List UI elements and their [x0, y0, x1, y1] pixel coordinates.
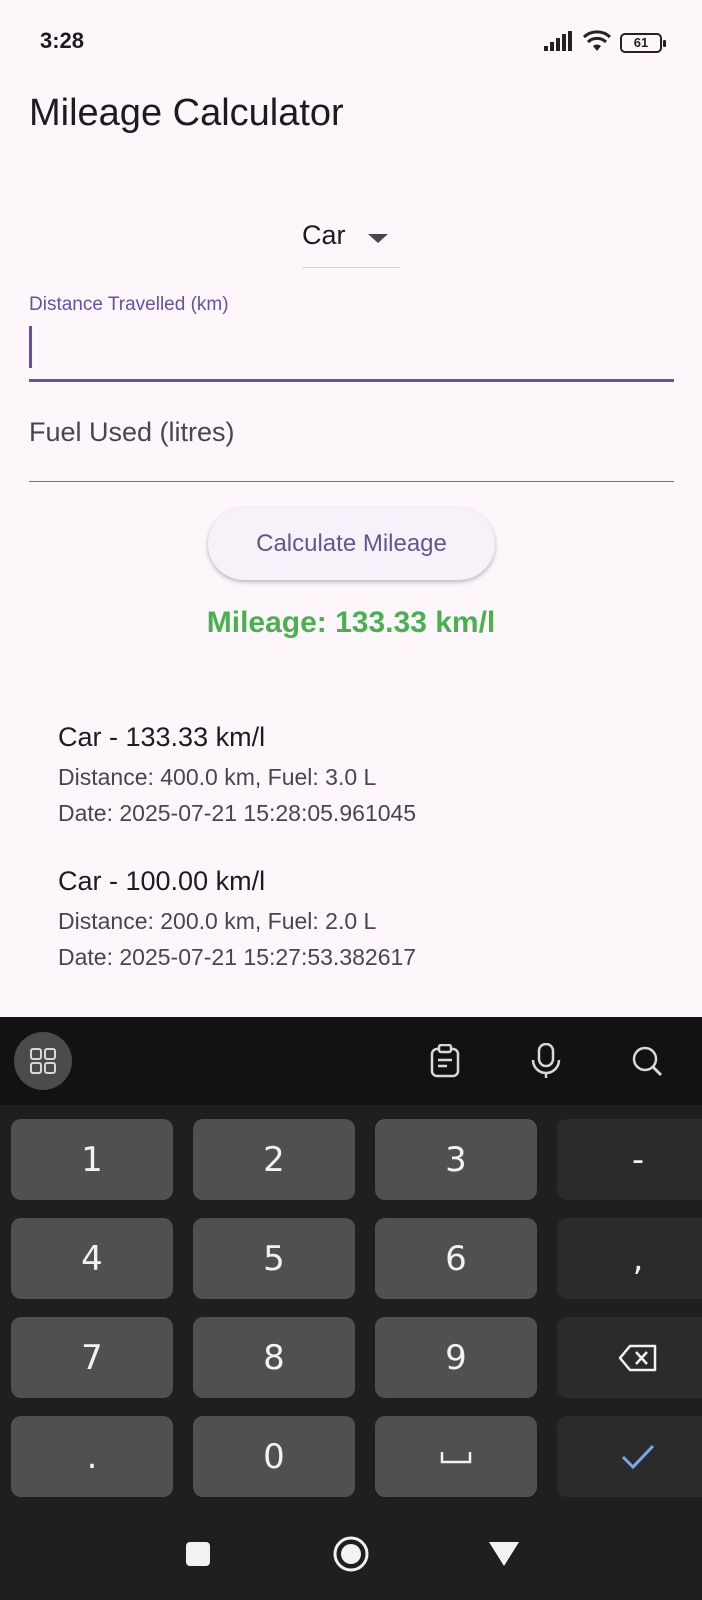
list-item[interactable]: Car - 100.00 km/l Distance: 200.0 km, Fu… — [58, 866, 416, 975]
key-2[interactable]: 2 — [193, 1119, 355, 1200]
signal-icon — [544, 30, 574, 56]
vehicle-dropdown-value: Car — [302, 220, 346, 250]
key-minus[interactable]: - — [557, 1119, 702, 1200]
distance-field-label: Distance Travelled (km) — [29, 294, 229, 315]
vehicle-dropdown[interactable]: Car — [302, 212, 400, 268]
key-3[interactable]: 3 — [375, 1119, 537, 1200]
space-key[interactable] — [375, 1416, 537, 1497]
wifi-icon — [582, 29, 612, 57]
distance-field[interactable] — [29, 318, 674, 382]
status-time: 3:28 — [40, 28, 85, 53]
history-item-date: Date: 2025-07-21 15:27:53.382617 — [58, 944, 417, 970]
history-item-details: Distance: 200.0 km, Fuel: 2.0 L — [58, 908, 377, 934]
status-icons: 61 — [544, 29, 666, 57]
text-cursor — [29, 326, 32, 368]
list-item[interactable]: Car - 133.33 km/l Distance: 400.0 km, Fu… — [58, 722, 416, 831]
backspace-key[interactable] — [557, 1317, 702, 1398]
history-item-title: Car - 133.33 km/l — [58, 722, 266, 752]
page-title: Mileage Calculator — [29, 92, 344, 134]
apps-grid-icon[interactable] — [14, 1032, 72, 1090]
key-8[interactable]: 8 — [193, 1317, 355, 1398]
status-bar: 3:28 61 — [0, 0, 702, 84]
key-0[interactable]: 0 — [193, 1416, 355, 1497]
recents-icon[interactable] — [176, 1532, 220, 1576]
space-icon — [440, 1451, 472, 1463]
fuel-field[interactable]: Fuel Used (litres) — [29, 405, 674, 482]
key-4[interactable]: 4 — [11, 1218, 173, 1299]
done-key[interactable] — [557, 1416, 702, 1497]
key-6[interactable]: 6 — [375, 1218, 537, 1299]
backspace-icon — [618, 1344, 657, 1371]
key-9[interactable]: 9 — [375, 1317, 537, 1398]
fuel-field-label: Fuel Used (litres) — [29, 417, 235, 447]
key-5[interactable]: 5 — [193, 1218, 355, 1299]
dropdown-arrow-icon — [368, 234, 388, 243]
history-item-title: Car - 100.00 km/l — [58, 866, 266, 896]
key-1[interactable]: 1 — [11, 1119, 173, 1200]
microphone-icon[interactable] — [526, 1041, 566, 1081]
navigation-bar — [0, 1508, 702, 1600]
calculate-mileage-button[interactable]: Calculate Mileage — [208, 508, 495, 580]
search-icon[interactable] — [627, 1041, 667, 1081]
battery-icon: 61 — [620, 33, 666, 53]
history-item-details: Distance: 400.0 km, Fuel: 3.0 L — [58, 764, 377, 790]
key-comma[interactable]: , — [557, 1218, 702, 1299]
mileage-result: Mileage: 133.33 km/l — [206, 606, 496, 639]
history-item-date: Date: 2025-07-21 15:28:05.961045 — [58, 800, 417, 826]
checkmark-icon — [621, 1444, 655, 1469]
keyboard-toolbar — [0, 1017, 702, 1105]
back-icon[interactable] — [482, 1532, 526, 1576]
clipboard-icon[interactable] — [425, 1041, 465, 1081]
home-icon[interactable] — [329, 1532, 373, 1576]
key-period[interactable]: . — [11, 1416, 173, 1497]
key-7[interactable]: 7 — [11, 1317, 173, 1398]
